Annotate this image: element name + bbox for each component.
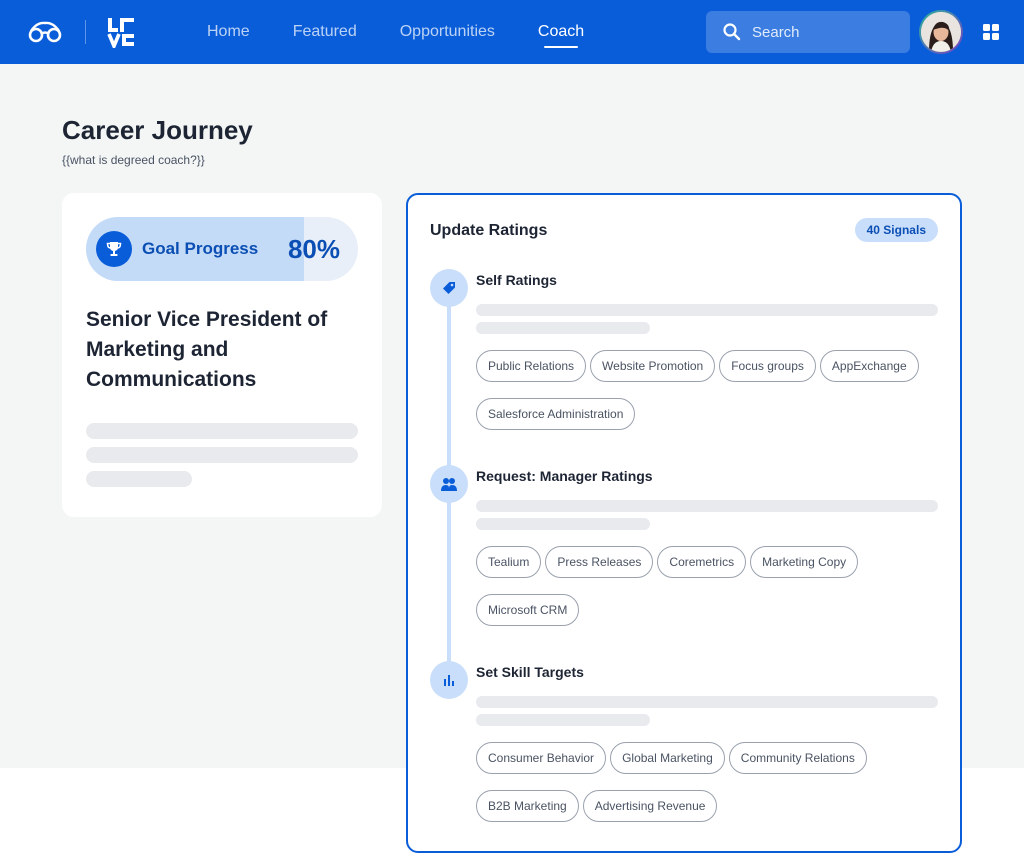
placeholder-line: [86, 447, 358, 463]
people-icon: [430, 465, 468, 503]
placeholder-line: [476, 500, 938, 512]
step-title-self-ratings: Self Ratings: [476, 272, 557, 288]
bar-chart-icon: [430, 661, 468, 699]
skill-tag[interactable]: Website Promotion: [590, 350, 716, 382]
main-nav: Home Featured Opportunities Coach: [207, 0, 627, 64]
goal-progress-label: Goal Progress: [142, 239, 259, 258]
placeholder-line: [86, 423, 358, 439]
page-title: Career Journey: [62, 115, 253, 145]
skill-tag[interactable]: Global Marketing: [610, 742, 725, 774]
skill-tag[interactable]: AppExchange: [819, 350, 919, 382]
skill-targets-skill-tags: Consumer Behavior Global Marketing Commu…: [476, 742, 946, 822]
placeholder-line: [476, 322, 650, 334]
skill-tag[interactable]: Press Releases: [545, 546, 654, 578]
placeholder-line: [476, 696, 938, 708]
avatar[interactable]: [919, 10, 963, 54]
skill-tag[interactable]: Community Relations: [728, 742, 867, 774]
goal-progress-value: 80%: [287, 234, 340, 264]
nav-coach[interactable]: Coach: [538, 0, 584, 64]
search-icon: [723, 23, 741, 41]
goal-card: Goal Progress 80% Senior Vice President …: [62, 193, 382, 517]
trophy-icon: [96, 231, 132, 267]
skill-tag[interactable]: Consumer Behavior: [476, 742, 607, 774]
step-title-skill-targets: Set Skill Targets: [476, 664, 584, 680]
skill-tag[interactable]: B2B Marketing: [476, 790, 579, 822]
avatar-photo: [921, 12, 961, 52]
placeholder-line: [476, 304, 938, 316]
skill-tag[interactable]: Microsoft CRM: [476, 594, 580, 626]
apps-grid-icon[interactable]: [983, 24, 999, 40]
search-input[interactable]: [752, 23, 902, 41]
nav-featured[interactable]: Featured: [293, 0, 357, 64]
nav-opportunities[interactable]: Opportunities: [400, 0, 495, 64]
skill-tag[interactable]: Marketing Copy: [750, 546, 859, 578]
signals-badge: 40 Signals: [854, 218, 938, 242]
target-role-title: Senior Vice President of Marketing and C…: [86, 308, 328, 391]
step-title-manager-ratings: Request: Manager Ratings: [476, 468, 653, 484]
tag-icon: [430, 269, 468, 307]
manager-ratings-skill-tags: Tealium Press Releases Coremetrics Marke…: [476, 546, 946, 626]
page-subtitle[interactable]: {{what is degreed coach?}}: [62, 153, 205, 167]
top-navigation-bar: Home Featured Opportunities Coach: [0, 0, 1024, 64]
glasses-logo-icon[interactable]: [28, 19, 62, 45]
skill-tag[interactable]: Focus groups: [719, 350, 816, 382]
logo-divider: [85, 20, 86, 44]
goal-progress-bar: Goal Progress 80%: [86, 217, 358, 281]
skill-tag[interactable]: Public Relations: [476, 350, 587, 382]
update-ratings-card: Update Ratings 40 Signals Self Ratings P…: [406, 193, 962, 853]
placeholder-line: [476, 518, 650, 530]
partner-logo-icon[interactable]: [106, 16, 136, 48]
placeholder-line: [476, 714, 650, 726]
search-box[interactable]: [706, 11, 910, 53]
skill-tag[interactable]: Tealium: [476, 546, 542, 578]
skill-tag[interactable]: Coremetrics: [657, 546, 747, 578]
skill-tag[interactable]: Salesforce Administration: [476, 398, 636, 430]
placeholder-line: [86, 471, 192, 487]
update-ratings-title: Update Ratings: [430, 222, 548, 239]
skill-tag[interactable]: Advertising Revenue: [582, 790, 718, 822]
nav-home[interactable]: Home: [207, 0, 250, 64]
self-ratings-skill-tags: Public Relations Website Promotion Focus…: [476, 350, 946, 430]
